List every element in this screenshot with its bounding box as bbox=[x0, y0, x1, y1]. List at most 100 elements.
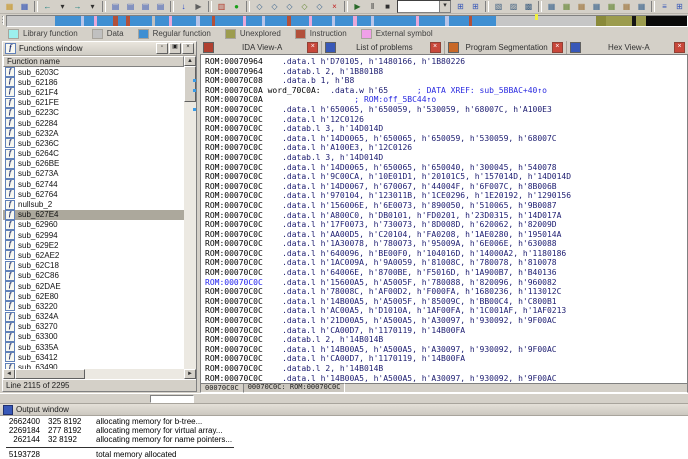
navband-segment[interactable] bbox=[291, 16, 309, 26]
listing-line[interactable]: ROM:00070C0C .data.l h'14D0067, h'670067… bbox=[201, 182, 687, 192]
navband-segment[interactable] bbox=[419, 16, 445, 26]
function-list-item[interactable]: fsub_62C86 bbox=[3, 271, 184, 281]
listing-line[interactable]: ROM:00070C0C .data.l h'14B00A5, h'A500A5… bbox=[201, 374, 687, 384]
navband-segment[interactable] bbox=[335, 16, 353, 26]
threads-window-icon[interactable]: ▦ bbox=[590, 1, 603, 13]
navband-segment[interactable] bbox=[472, 16, 496, 26]
output-window-titlebar[interactable]: Output window bbox=[0, 404, 688, 416]
forward-icon[interactable]: → bbox=[71, 1, 84, 13]
navband-segment[interactable] bbox=[636, 16, 646, 26]
function-list-item[interactable]: fsub_627E4 bbox=[3, 210, 184, 220]
function-list-item[interactable]: fsub_621FE bbox=[3, 98, 184, 108]
tab-close-icon[interactable]: × bbox=[674, 42, 685, 53]
functions-horizontal-scrollbar[interactable]: ◄ ► bbox=[3, 369, 196, 379]
tab-ida-view-a[interactable]: IDA View-A× bbox=[200, 41, 322, 54]
watches-window-icon[interactable]: ▦ bbox=[560, 1, 573, 13]
function-list-item[interactable]: fsub_6232A bbox=[3, 128, 184, 138]
minimize-button[interactable]: ▫ bbox=[156, 43, 168, 54]
function-list-item[interactable]: fsub_63220 bbox=[3, 301, 184, 311]
navband-segment[interactable] bbox=[374, 16, 386, 26]
listing-line[interactable]: ROM:00070C0C .datab.l 2, h'14B014B bbox=[201, 335, 687, 345]
listing-line[interactable]: ROM:00070C0C .datab.l 2, h'14B014B bbox=[201, 364, 687, 374]
detach-process-icon[interactable]: ⊞ bbox=[469, 1, 482, 13]
navband-segment[interactable] bbox=[55, 16, 81, 26]
function-list-item[interactable]: fsub_621F4 bbox=[3, 87, 184, 97]
function-list-item[interactable]: fsub_6203C bbox=[3, 67, 184, 77]
back-icon[interactable]: ← bbox=[41, 1, 54, 13]
memory-window-icon[interactable]: ▦ bbox=[635, 1, 648, 13]
navband-segment[interactable] bbox=[200, 16, 212, 26]
tab-close-icon[interactable]: × bbox=[307, 42, 318, 53]
breakpoints-window-icon[interactable]: ▦ bbox=[545, 1, 558, 13]
listing-line[interactable]: ROM:00070C0C .data.l h'14B00A5, h'A5005F… bbox=[201, 297, 687, 307]
listing-line[interactable]: ROM:00070C0C .data.l h'AA00D5, h'C20104,… bbox=[201, 230, 687, 240]
navband-segment[interactable] bbox=[7, 16, 55, 26]
listing-line[interactable]: ROM:00070C0C .data.l h'CA00D7, h'1170119… bbox=[201, 326, 687, 336]
function-list-item[interactable]: fsub_6273A bbox=[3, 169, 184, 179]
toolbar-drag-handle-icon[interactable] bbox=[2, 16, 4, 25]
tab-hex-view-a[interactable]: Hex View-A× bbox=[567, 41, 688, 54]
xrefs-from-icon[interactable]: ◇ bbox=[298, 1, 311, 13]
horizontal-scroll-thumb[interactable] bbox=[15, 369, 85, 379]
navband-segment[interactable] bbox=[496, 16, 596, 26]
step-into-icon[interactable]: ▧ bbox=[492, 1, 505, 13]
listing-line[interactable]: ROM:00070C08 .data.b 1, h'B8 bbox=[201, 76, 687, 86]
modules-window-icon[interactable]: ▦ bbox=[605, 1, 618, 13]
function-name-column-header[interactable]: Function name bbox=[3, 56, 184, 67]
navband-segment[interactable] bbox=[606, 16, 632, 26]
navigation-band[interactable] bbox=[6, 15, 688, 27]
listing-line[interactable]: ROM:00070C0C .data.l h'15600A5, h'A5005F… bbox=[201, 278, 687, 288]
navband-segment[interactable] bbox=[646, 16, 687, 26]
tab-close-icon[interactable]: × bbox=[430, 42, 441, 53]
function-list-item[interactable]: fsub_629E2 bbox=[3, 240, 184, 250]
registers-window-icon[interactable]: ▦ bbox=[620, 1, 633, 13]
output-line[interactable]: 26214432 8192allocating memory for name … bbox=[4, 435, 688, 444]
tab-close-icon[interactable]: × bbox=[552, 42, 563, 53]
start-process-icon[interactable]: ▶ bbox=[351, 1, 364, 13]
navband-segment[interactable] bbox=[246, 16, 262, 26]
navband-segment[interactable] bbox=[155, 16, 169, 26]
disassembly-listing[interactable]: ROM:00070964 .data.l h'D70105, h'1480166… bbox=[200, 54, 688, 383]
navband-segment[interactable] bbox=[84, 16, 94, 26]
function-list-item[interactable]: fsub_6335A bbox=[3, 342, 184, 352]
cursor-select-icon[interactable]: ▶ bbox=[192, 1, 205, 13]
calculator-icon[interactable]: ≡ bbox=[658, 1, 671, 13]
navband-segment[interactable] bbox=[312, 16, 332, 26]
functions-list-icon[interactable]: ▤ bbox=[139, 1, 152, 13]
xrefs-to-icon[interactable]: ◇ bbox=[283, 1, 296, 13]
listing-line[interactable]: ROM:00070964 .datab.l 2, h'1B801B8 bbox=[201, 67, 687, 77]
user-graph-icon[interactable]: ◇ bbox=[313, 1, 326, 13]
listing-line[interactable]: ROM:00070C0C .data.l h'CA00D7, h'1170119… bbox=[201, 354, 687, 364]
functions-window-titlebar[interactable]: f Functions window ▫ ▣ × bbox=[3, 42, 196, 56]
combo-dropdown-icon[interactable]: ▾ bbox=[439, 1, 450, 12]
function-list-item[interactable]: fsub_62DAE bbox=[3, 281, 184, 291]
strings-window-icon[interactable]: ▤ bbox=[154, 1, 167, 13]
listing-line[interactable]: ROM:00070C0C .datab.l 3, h'14D014D bbox=[201, 153, 687, 163]
restore-button[interactable]: ▣ bbox=[169, 43, 181, 54]
function-list-item[interactable]: fsub_62764 bbox=[3, 189, 184, 199]
listing-line[interactable]: ROM:00070C0C .data.l h'14D0065, h'650065… bbox=[201, 163, 687, 173]
listing-line[interactable]: ROM:00070C0C .data.l h'650065, h'650059,… bbox=[201, 105, 687, 115]
navband-segment[interactable] bbox=[118, 16, 126, 26]
listing-line[interactable]: ROM:00070C0C .data.l h'970104, h'123011B… bbox=[201, 191, 687, 201]
debugger-combo[interactable]: ▾ bbox=[397, 0, 451, 13]
function-list-item[interactable]: fsub_62AE2 bbox=[3, 250, 184, 260]
function-list-item[interactable]: fsub_63270 bbox=[3, 322, 184, 332]
listing-line[interactable]: ROM:00070C0A word_70C0A: .data.w h'65 ; … bbox=[201, 86, 687, 96]
pause-process-icon[interactable]: ‖ bbox=[366, 1, 379, 13]
listing-line[interactable]: ROM:00070C0A ; ROM:off_5BC44↑o bbox=[201, 95, 687, 105]
options-icon[interactable]: ⊞ bbox=[673, 1, 686, 13]
names-window-icon[interactable]: ▤ bbox=[124, 1, 137, 13]
navband-segment[interactable] bbox=[130, 16, 152, 26]
function-list-item[interactable]: fsub_62744 bbox=[3, 179, 184, 189]
listing-line[interactable]: ROM:00070C0C .data.l h'17F0073, h'730073… bbox=[201, 220, 687, 230]
listing-line[interactable]: ROM:00070C0C .data.l h'14B00A5, h'A500A5… bbox=[201, 345, 687, 355]
listing-line[interactable]: ROM:00070C0C .data.l h'1A30078, h'780073… bbox=[201, 239, 687, 249]
function-list-item[interactable]: fsub_63300 bbox=[3, 332, 184, 342]
listing-line[interactable]: ROM:00070964 .data.l h'D70105, h'1480166… bbox=[201, 57, 687, 67]
tab-program-segmentation[interactable]: Program Segmentation× bbox=[445, 41, 567, 54]
listing-line[interactable]: ROM:00070C0C .data.l h'156006E, h'6E0073… bbox=[201, 201, 687, 211]
flow-chart-icon[interactable]: ◇ bbox=[253, 1, 266, 13]
listing-line[interactable]: ROM:00070C0C .data.l h'14D0065, h'650065… bbox=[201, 134, 687, 144]
listing-line[interactable]: ROM:00070C0C .data.l h'12C0126 bbox=[201, 115, 687, 125]
